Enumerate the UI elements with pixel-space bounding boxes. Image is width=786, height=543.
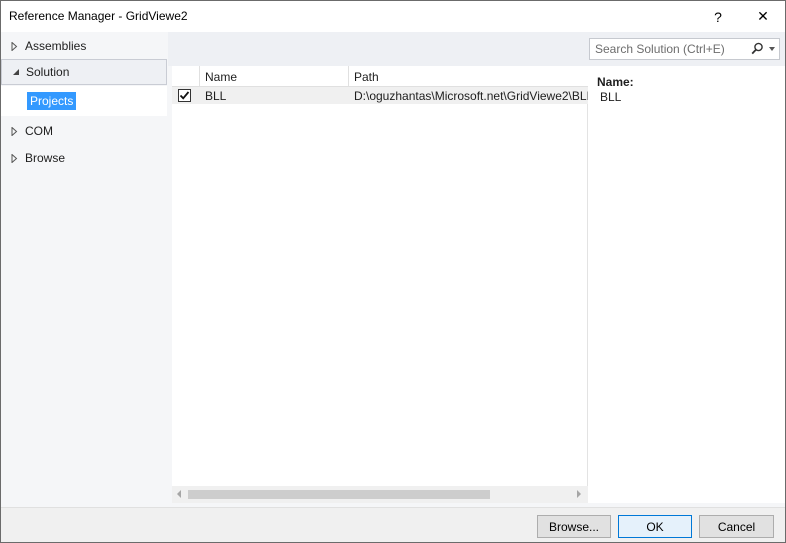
details-panel: Name: BLL [588, 66, 785, 503]
search-icon[interactable] [751, 42, 764, 58]
sidebar-item-label: COM [25, 124, 53, 138]
reference-manager-dialog: Reference Manager - GridViewe2 ? ✕ Assem… [0, 0, 786, 543]
include-checkbox[interactable] [178, 89, 191, 102]
checkmark-icon [179, 91, 190, 100]
sidebar-item-label: Projects [27, 92, 77, 110]
expand-arrow-icon[interactable] [11, 153, 23, 163]
close-button[interactable]: ✕ [743, 1, 783, 32]
column-header-name[interactable]: Name [200, 66, 349, 87]
grid-header: Name Path [172, 66, 588, 87]
horizontal-scrollbar[interactable] [172, 486, 588, 503]
detail-name-label: Name: [597, 75, 634, 89]
column-header-check[interactable] [172, 66, 200, 87]
search-strip [168, 32, 785, 66]
browse-button[interactable]: Browse... [537, 515, 611, 538]
sidebar-item-browse[interactable]: Browse [1, 145, 167, 171]
detail-name-value: BLL [600, 90, 622, 104]
row-name: BLL [205, 88, 227, 103]
sidebar-item-projects[interactable]: Projects [1, 86, 167, 116]
title-bar: Reference Manager - GridViewe2 ? ✕ [1, 1, 785, 32]
search-options-dropdown-icon[interactable] [769, 47, 775, 51]
sidebar-item-label: Solution [26, 65, 70, 79]
sidebar-item-label: Assemblies [25, 39, 87, 53]
window-title: Reference Manager - GridViewe2 [9, 9, 188, 23]
expand-arrow-icon[interactable] [11, 126, 23, 136]
dialog-footer: Browse... OK Cancel [1, 507, 785, 542]
scrollbar-thumb[interactable] [188, 490, 490, 499]
expand-arrow-icon[interactable] [11, 41, 23, 51]
collapse-arrow-icon[interactable] [12, 68, 24, 76]
scroll-left-icon[interactable] [177, 490, 181, 498]
close-icon: ✕ [757, 8, 769, 24]
category-sidebar: Assemblies Solution Projects COM Browse [1, 32, 168, 507]
projects-grid: Name Path BLL D:\oguzhantas\Microsoft.ne… [172, 66, 588, 503]
table-row[interactable]: BLL D:\oguzhantas\Microsoft.net\GridView… [172, 87, 588, 104]
scroll-right-icon[interactable] [577, 490, 581, 498]
ok-button[interactable]: OK [618, 515, 692, 538]
column-header-path[interactable]: Path [349, 66, 588, 87]
help-button[interactable]: ? [698, 1, 738, 32]
cancel-button[interactable]: Cancel [699, 515, 774, 538]
help-icon: ? [714, 8, 722, 25]
sidebar-item-label: Browse [25, 151, 66, 165]
row-path: D:\oguzhantas\Microsoft.net\GridViewe2\B… [354, 88, 588, 103]
sidebar-item-assemblies[interactable]: Assemblies [1, 33, 167, 59]
sidebar-item-solution[interactable]: Solution [1, 59, 167, 85]
search-box[interactable] [589, 38, 780, 60]
search-input[interactable] [595, 42, 745, 56]
sidebar-item-com[interactable]: COM [1, 118, 167, 144]
